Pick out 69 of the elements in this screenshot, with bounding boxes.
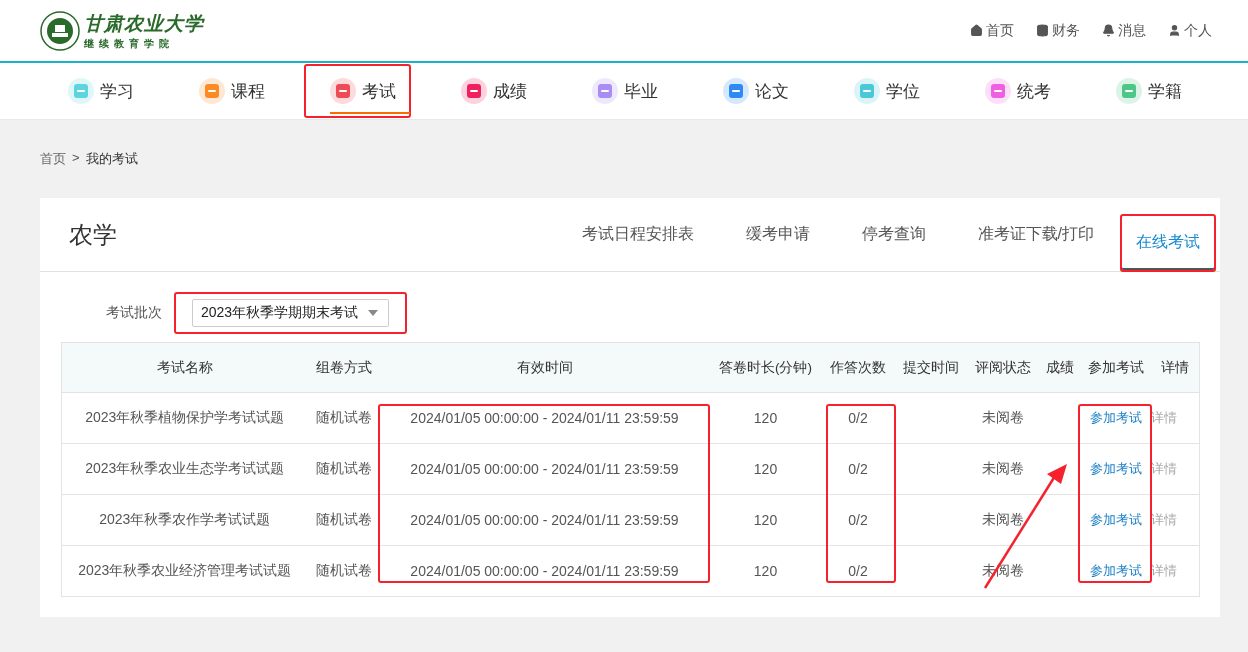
- join-exam-link[interactable]: 参加考试: [1089, 512, 1142, 527]
- join-exam-link[interactable]: 参加考试: [1089, 461, 1142, 476]
- table-cell: 120: [708, 392, 823, 444]
- column-header: 评阅状态: [967, 342, 1039, 393]
- column-header: 组卷方式: [307, 342, 381, 393]
- breadcrumb-separator: >: [72, 150, 80, 167]
- table-cell: 2024/01/05 00:00:00 - 2024/01/11 23:59:59: [380, 443, 709, 495]
- table-cell: 0/2: [822, 494, 894, 546]
- bell-icon: [1102, 24, 1115, 37]
- nav-item[interactable]: 毕业: [566, 63, 697, 119]
- table-cell: 随机试卷: [307, 545, 381, 597]
- table-cell: 0/2: [822, 545, 894, 597]
- table-cell: 2023年秋季农作学考试试题: [61, 494, 308, 546]
- table-cell: 2023年秋季农业经济管理考试试题: [61, 545, 308, 597]
- table-cell: 120: [708, 545, 823, 597]
- table-cell: 未阅卷: [967, 494, 1039, 546]
- column-header: 参加考试: [1080, 342, 1151, 393]
- logo-subtitle: 继续教育学院: [84, 36, 175, 51]
- nav-item[interactable]: 考试: [304, 64, 411, 118]
- tab[interactable]: 考试日程安排表: [555, 197, 720, 272]
- breadcrumb-link[interactable]: 首页: [40, 150, 66, 168]
- user-icon: [1168, 24, 1181, 37]
- university-emblem-icon: [40, 10, 80, 51]
- column-header: 成绩: [1038, 342, 1081, 393]
- nav-item[interactable]: 论文: [697, 63, 828, 119]
- table-cell: 0/2: [822, 443, 894, 495]
- nav-item[interactable]: 统考: [959, 63, 1090, 119]
- top-link[interactable]: 首页: [970, 21, 1014, 40]
- table-cell: 2023年秋季农业生态学考试试题: [61, 443, 308, 495]
- column-header: 作答次数: [822, 342, 894, 393]
- nav-item[interactable]: 学习: [42, 63, 173, 119]
- nav-item[interactable]: 课程: [173, 63, 304, 119]
- table-cell: 120: [708, 443, 823, 495]
- table-cell: 2024/01/05 00:00:00 - 2024/01/11 23:59:59: [380, 392, 709, 444]
- tab[interactable]: 缓考申请: [719, 197, 836, 272]
- table-cell: 2024/01/05 00:00:00 - 2024/01/11 23:59:59: [380, 545, 709, 597]
- batch-label: 考试批次: [106, 304, 162, 322]
- tab[interactable]: 在线考试: [1120, 213, 1216, 272]
- table-cell: 随机试卷: [307, 494, 381, 546]
- logo-title: 甘肃农业大学: [84, 10, 204, 36]
- table-cell: 2023年秋季植物保护学考试试题: [61, 392, 308, 444]
- column-header: 提交时间: [893, 342, 968, 393]
- column-header: 详情: [1150, 342, 1200, 393]
- column-header: 答卷时长(分钟): [708, 342, 823, 393]
- table-cell: 未阅卷: [967, 443, 1039, 495]
- tab[interactable]: 准考证下载/打印: [951, 197, 1120, 272]
- table-cell: 2024/01/05 00:00:00 - 2024/01/11 23:59:59: [380, 494, 709, 546]
- top-link[interactable]: 财务: [1036, 21, 1080, 40]
- nav-item[interactable]: 学籍: [1090, 63, 1221, 119]
- join-exam-link[interactable]: 参加考试: [1089, 563, 1142, 578]
- table-cell: 随机试卷: [307, 443, 381, 495]
- top-link[interactable]: 个人: [1168, 21, 1212, 40]
- column-header: 考试名称: [61, 342, 308, 393]
- home-icon: [970, 24, 983, 37]
- table-cell: 0/2: [822, 392, 894, 444]
- join-exam-link[interactable]: 参加考试: [1089, 410, 1142, 425]
- top-link[interactable]: 消息: [1102, 21, 1146, 40]
- table-cell: 120: [708, 494, 823, 546]
- tab[interactable]: 停考查询: [835, 197, 952, 272]
- table-cell: 未阅卷: [967, 392, 1039, 444]
- caret-icon: [368, 310, 379, 316]
- table-cell: 随机试卷: [307, 392, 381, 444]
- column-header: 有效时间: [380, 342, 709, 393]
- breadcrumb-current: 我的考试: [85, 150, 138, 168]
- nav-item[interactable]: 成绩: [435, 63, 566, 119]
- card-title: 农学: [69, 219, 117, 250]
- nav-item[interactable]: 学位: [828, 63, 959, 119]
- batch-select[interactable]: 2023年秋季学期期末考试: [192, 299, 390, 327]
- database-icon: [1036, 24, 1049, 37]
